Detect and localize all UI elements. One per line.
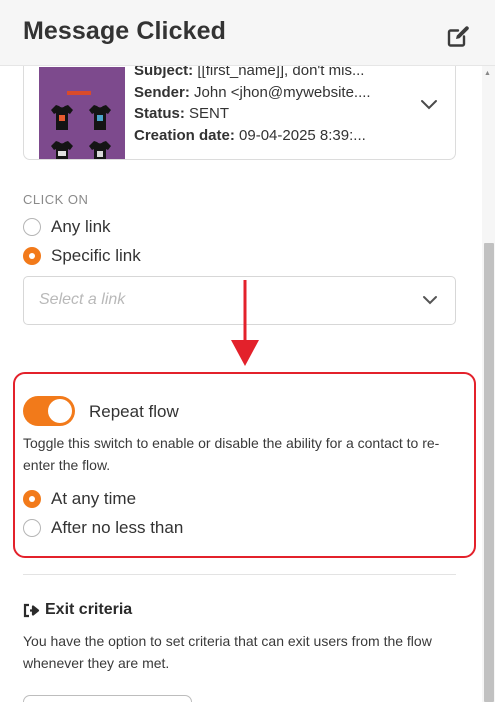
radio-at-any-time[interactable]: At any time: [23, 489, 136, 509]
add-exit-criteria-button[interactable]: [23, 695, 192, 702]
tshirt-icon: [89, 105, 111, 130]
exit-icon: [23, 603, 40, 617]
radio-button[interactable]: [23, 218, 41, 236]
repeat-flow-help-text: Toggle this switch to enable or disable …: [23, 435, 440, 473]
panel-content: Subject: [[first_name]], don't mis... Se…: [0, 66, 495, 702]
panel-title: Message Clicked: [23, 17, 226, 45]
radio-any-link[interactable]: Any link: [23, 217, 111, 237]
radio-specific-link[interactable]: Specific link: [23, 246, 141, 266]
repeat-flow-toggle[interactable]: [23, 396, 75, 426]
repeat-flow-label: Repeat flow: [89, 402, 179, 421]
radio-label: Specific link: [51, 246, 141, 265]
exit-criteria-title: Exit criteria: [45, 601, 133, 618]
section-divider: [23, 574, 456, 575]
edit-icon[interactable]: [444, 22, 472, 50]
thumbnail-banner: [67, 91, 91, 95]
radio-after-no-less-than[interactable]: After no less than: [23, 518, 183, 538]
email-thumbnail: [39, 67, 125, 159]
exit-criteria-description: You have the option to set criteria that…: [23, 633, 432, 671]
radio-button[interactable]: [23, 519, 41, 537]
chevron-down-icon[interactable]: [420, 99, 438, 111]
radio-label: At any time: [51, 489, 137, 508]
email-meta: Subject: [[first_name]], don't mis... Se…: [134, 66, 371, 146]
radio-label: After no less than: [51, 518, 184, 537]
scroll-up-arrow-icon[interactable]: ▲: [484, 70, 491, 77]
tshirt-icon: [51, 141, 73, 159]
email-subject: Subject: [[first_name]], don't mis...: [134, 66, 365, 79]
email-status: Status: SENT: [134, 105, 230, 122]
radio-button-selected[interactable]: [23, 247, 41, 265]
exit-criteria-heading: Exit criteria: [23, 601, 132, 619]
email-preview-card[interactable]: Subject: [[first_name]], don't mis... Se…: [23, 66, 456, 160]
scrollbar-thumb[interactable]: [484, 243, 494, 702]
radio-label: Any link: [51, 217, 111, 236]
email-sender: Sender: John <jhon@mywebsite....: [134, 83, 371, 101]
link-select-placeholder: Select a link: [39, 291, 126, 308]
radio-button-selected[interactable]: [23, 490, 41, 508]
panel-header: Message Clicked: [0, 0, 495, 66]
tshirt-icon: [89, 141, 111, 159]
annotation-arrow-down-icon: [231, 280, 259, 366]
toggle-knob: [48, 399, 72, 423]
chevron-down-icon: [423, 296, 437, 305]
email-creation-date: Creation date: 09-04-2025 8:39:...: [134, 126, 366, 144]
click-on-label: CLICK ON: [23, 192, 89, 207]
tshirt-icon: [51, 105, 73, 130]
